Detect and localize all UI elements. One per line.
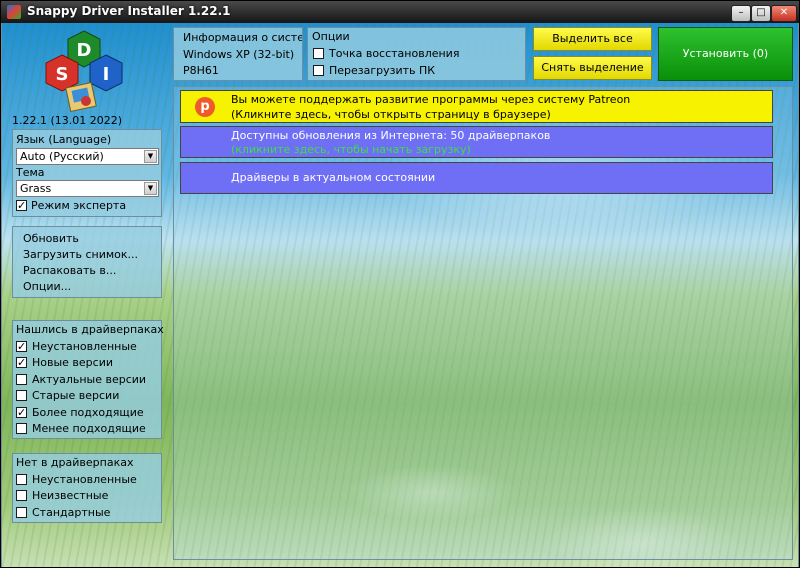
options-panel: Опции Точка восстановления Перезагрузить…	[307, 27, 526, 81]
system-info-panel: Информация о системе Windows XP (32-bit)…	[173, 27, 303, 81]
restore-point-checkbox[interactable]	[313, 48, 324, 59]
patreon-line1: Вы можете поддержать развитие программы …	[231, 93, 631, 106]
language-select[interactable]: Auto (Русский) ▼	[16, 148, 159, 165]
menu-item-options[interactable]: Опции...	[23, 280, 71, 293]
filter-checkbox[interactable]: ✓	[16, 341, 27, 352]
found-filter-title: Нашлись в драйверпаках	[16, 323, 164, 336]
theme-label: Тема	[16, 166, 45, 179]
filter-checkbox[interactable]: ✓	[16, 407, 27, 418]
filter-label: Неизвестные	[32, 489, 109, 502]
patreon-banner[interactable]: р Вы можете поддержать развитие программ…	[180, 90, 773, 123]
install-button[interactable]: Установить (0)	[658, 27, 793, 81]
filter-checkbox[interactable]	[16, 374, 27, 385]
expert-mode-checkbox[interactable]: ✓	[16, 200, 27, 211]
filter-checkbox[interactable]	[16, 423, 27, 434]
notfound-filter-panel: Нет в драйверпаках Неустановленные Неизв…	[12, 453, 162, 523]
theme-value: Grass	[20, 182, 52, 195]
theme-select[interactable]: Grass ▼	[16, 180, 159, 197]
restore-point-label: Точка восстановления	[329, 47, 460, 60]
sdi-logo: D S I	[42, 29, 132, 115]
filter-checkbox[interactable]	[16, 490, 27, 501]
title-bar[interactable]: Snappy Driver Installer 1.22.1 – □ ✕	[1, 1, 799, 23]
notfound-filter-title: Нет в драйверпаках	[16, 456, 134, 469]
minimize-button[interactable]: –	[731, 5, 751, 22]
language-label: Язык (Language)	[16, 133, 112, 146]
language-value: Auto (Русский)	[20, 150, 104, 163]
uptodate-banner[interactable]: Драйверы в актуальном состоянии	[180, 162, 773, 194]
actions-menu: Обновить Загрузить снимок... Распаковать…	[12, 226, 162, 298]
deselect-button[interactable]: Снять выделение	[533, 56, 652, 80]
filter-checkbox[interactable]	[16, 507, 27, 518]
reboot-label: Перезагрузить ПК	[329, 64, 436, 77]
expert-mode-label: Режим эксперта	[31, 199, 127, 212]
select-all-button[interactable]: Выделить все	[533, 27, 652, 51]
updates-line1: Доступны обновления из Интернета: 50 дра…	[231, 129, 551, 142]
system-board: P8H61	[183, 64, 219, 77]
options-title: Опции	[312, 30, 350, 43]
settings-panel: Язык (Language) Auto (Русский) ▼ Тема Gr…	[12, 129, 162, 217]
window-title: Snappy Driver Installer 1.22.1	[27, 4, 231, 18]
version-label: 1.22.1 (13.01 2022)	[12, 114, 123, 127]
driver-list: р Вы можете поддержать развитие программ…	[173, 86, 793, 560]
updates-line2: (кликните здесь, чтобы начать загрузку)	[231, 143, 471, 156]
uptodate-line1: Драйверы в актуальном состоянии	[231, 171, 436, 184]
logo-letter-i: I	[103, 64, 110, 85]
maximize-button[interactable]: □	[751, 5, 771, 22]
patreon-line2: (Кликните здесь, чтобы открыть страницу …	[231, 108, 551, 121]
found-filter-panel: Нашлись в драйверпаках ✓ Неустановленные…	[12, 320, 164, 439]
main-area: D S I 1.22.1 (13.01 2022) Язык (Language…	[2, 23, 798, 567]
menu-item-load-snapshot[interactable]: Загрузить снимок...	[23, 248, 138, 261]
logo-letter-s: S	[56, 64, 69, 85]
menu-item-refresh[interactable]: Обновить	[23, 232, 79, 245]
menu-item-extract[interactable]: Распаковать в...	[23, 264, 116, 277]
filter-label: Новые версии	[32, 356, 114, 369]
filter-label: Стандартные	[32, 506, 111, 519]
close-button[interactable]: ✕	[771, 5, 797, 22]
chevron-down-icon: ▼	[144, 182, 157, 195]
filter-label: Актуальные версии	[32, 373, 147, 386]
filter-checkbox[interactable]: ✓	[16, 357, 27, 368]
system-os: Windows XP (32-bit)	[183, 48, 295, 61]
logo-letter-d: D	[77, 40, 92, 61]
system-info-title: Информация о системе	[183, 31, 303, 44]
app-window: Snappy Driver Installer 1.22.1 – □ ✕ D S…	[0, 0, 800, 568]
app-icon	[7, 5, 21, 19]
filter-checkbox[interactable]	[16, 390, 27, 401]
filter-label: Более подходящие	[32, 406, 144, 419]
filter-label: Менее подходящие	[32, 422, 146, 435]
filter-label: Неустановленные	[32, 473, 137, 486]
filter-label: Неустановленные	[32, 340, 137, 353]
chevron-down-icon: ▼	[144, 150, 157, 163]
filter-label: Старые версии	[32, 389, 120, 402]
reboot-checkbox[interactable]	[313, 65, 324, 76]
filter-checkbox[interactable]	[16, 474, 27, 485]
patreon-icon: р	[195, 97, 215, 117]
updates-banner[interactable]: Доступны обновления из Интернета: 50 дра…	[180, 126, 773, 158]
